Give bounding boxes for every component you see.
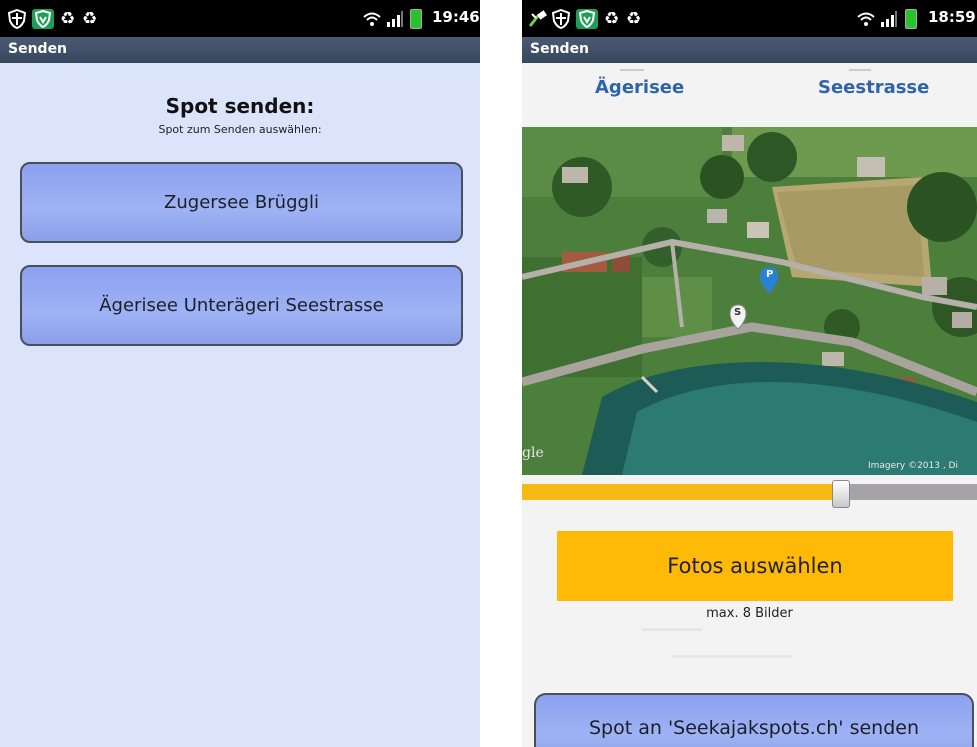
send-spot-label: Spot an 'Seekajakspots.ch' senden — [588, 717, 919, 739]
screen-spot-list: ♻ ♻ 19:46 Senden Spot senden: Spot zum S… — [0, 0, 480, 747]
slider-fill — [522, 484, 841, 500]
select-photos-button[interactable]: Fotos auswählen — [557, 531, 953, 601]
antivirus-shield-icon — [576, 9, 598, 29]
shield-cross-icon — [552, 9, 570, 29]
spot-button-label: Zugersee Brüggli — [164, 192, 319, 213]
antivirus-shield-icon — [32, 9, 54, 29]
faded-divider — [672, 655, 792, 658]
recycle-icon: ♻ — [60, 9, 76, 29]
parking-marker-label: P — [766, 269, 774, 280]
spot-button-zugersee-brueggli[interactable]: Zugersee Brüggli — [20, 162, 463, 243]
title-bar: Senden — [522, 37, 977, 63]
screen-spot-send: ♻ ♻ 18:59 Senden Ägerisee Seestrasse P S… — [522, 0, 977, 747]
map-attribution-logo: gle — [522, 445, 544, 461]
spot-marker-label: S — [734, 307, 742, 318]
satellite-icon — [528, 9, 550, 29]
slider-remainder — [841, 484, 977, 500]
spot-button-label: Ägerisee Unterägeri Seestrasse — [99, 295, 384, 316]
recycle-icon: ♻ — [604, 9, 620, 29]
faded-divider — [642, 628, 702, 631]
signal-icon — [386, 9, 404, 29]
map-attribution-text: Imagery ©2013 , Di — [868, 461, 958, 471]
photos-limit-hint: max. 8 Bilder — [706, 606, 793, 621]
wifi-icon — [856, 9, 876, 29]
status-bar: ♻ ♻ 18:59 — [522, 0, 977, 37]
status-bar: ♻ ♻ 19:46 — [0, 0, 480, 37]
battery-icon — [410, 9, 422, 29]
tab-hint-faded — [620, 63, 644, 74]
send-spot-button[interactable]: Spot an 'Seekajakspots.ch' senden — [534, 693, 974, 747]
page-title: Spot senden: — [165, 94, 315, 118]
spot-button-aegerisee-seestrasse[interactable]: Ägerisee Unterägeri Seestrasse — [20, 265, 463, 346]
status-time: 19:46 — [432, 8, 480, 26]
tab-lake[interactable]: Ägerisee — [595, 77, 684, 98]
slider-thumb[interactable] — [832, 480, 850, 508]
title-bar: Senden — [0, 37, 480, 63]
zoom-slider[interactable] — [522, 480, 977, 508]
tab-hint-faded — [849, 63, 871, 74]
signal-icon — [880, 9, 898, 29]
shield-cross-icon — [8, 9, 26, 29]
select-photos-label: Fotos auswählen — [667, 554, 843, 578]
status-time: 18:59 — [928, 8, 976, 26]
wifi-icon — [362, 9, 382, 29]
battery-icon — [905, 9, 917, 29]
tab-spot[interactable]: Seestrasse — [818, 77, 929, 98]
recycle-icon-2: ♻ — [82, 9, 98, 29]
page-subtitle: Spot zum Senden auswählen: — [158, 123, 322, 136]
satellite-map[interactable]: P S gle Imagery ©2013 , Di — [522, 127, 977, 475]
map-imagery — [522, 127, 977, 475]
recycle-icon-2: ♻ — [626, 9, 642, 29]
